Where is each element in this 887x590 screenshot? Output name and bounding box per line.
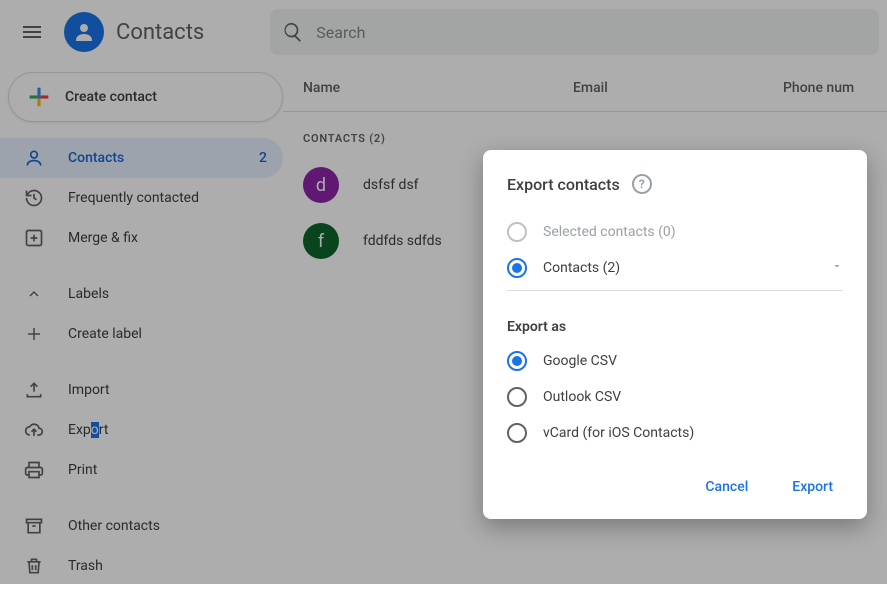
option-label: vCard (for iOS Contacts) xyxy=(543,425,694,441)
format-option-vcard[interactable]: vCard (for iOS Contacts) xyxy=(507,423,843,443)
help-icon[interactable]: ? xyxy=(632,174,652,194)
dropdown-arrow-icon[interactable] xyxy=(831,260,843,276)
option-label: Google CSV xyxy=(543,353,617,369)
option-label: Selected contacts (0) xyxy=(543,224,676,240)
export-contacts-dialog: Export contacts ? Selected contacts (0) … xyxy=(483,150,867,519)
dialog-title: Export contacts xyxy=(507,175,620,194)
format-option-google-csv[interactable]: Google CSV xyxy=(507,351,843,371)
cancel-button[interactable]: Cancel xyxy=(695,471,758,503)
option-label: Contacts (2) xyxy=(543,260,620,276)
radio-icon xyxy=(507,351,527,371)
option-label: Outlook CSV xyxy=(543,389,621,405)
format-option-outlook-csv[interactable]: Outlook CSV xyxy=(507,387,843,407)
export-as-label: Export as xyxy=(507,319,843,335)
radio-icon xyxy=(507,387,527,407)
export-option-contacts[interactable]: Contacts (2) xyxy=(507,258,843,291)
radio-icon xyxy=(507,423,527,443)
radio-icon xyxy=(507,258,527,278)
export-option-selected-contacts: Selected contacts (0) xyxy=(507,222,843,242)
export-button[interactable]: Export xyxy=(782,471,843,503)
radio-icon xyxy=(507,222,527,242)
